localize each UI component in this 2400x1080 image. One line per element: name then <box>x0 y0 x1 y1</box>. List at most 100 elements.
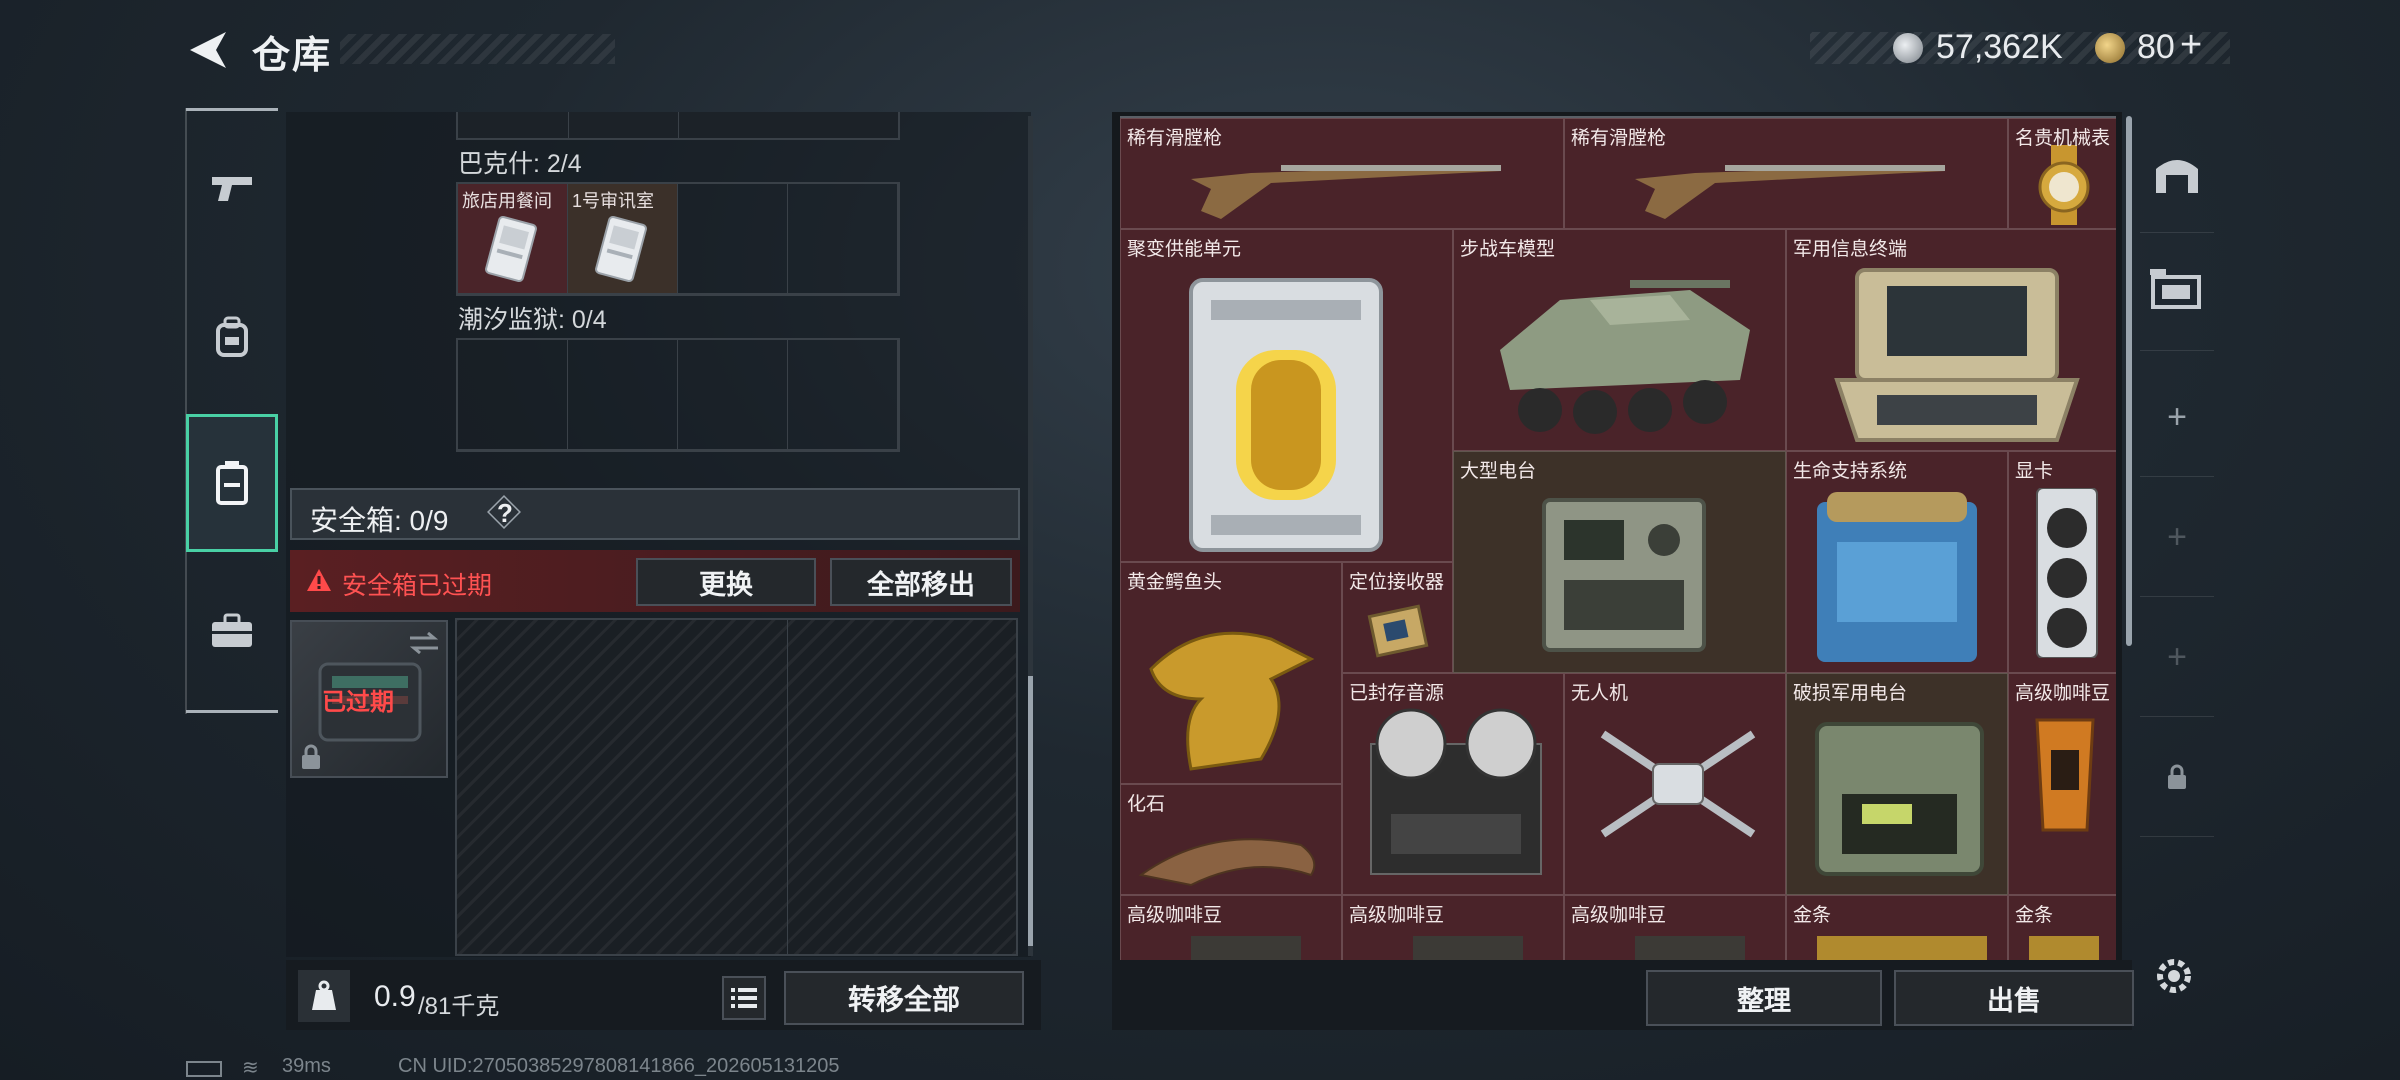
item-name: 金条 <box>1793 905 1832 926</box>
vault-item[interactable]: 化石 <box>1120 784 1342 895</box>
vault-scrollbar[interactable] <box>2126 116 2132 646</box>
vault-item[interactable]: 名贵机械表 <box>2008 118 2116 229</box>
vault-item[interactable]: 高级咖啡豆 <box>1342 895 1564 962</box>
vault-item[interactable]: 军用信息终端 <box>1786 229 2116 451</box>
weight-icon <box>298 970 350 1022</box>
chaoxi-keys-label: 潮汐监狱: 0/4 <box>458 306 607 334</box>
vault-item[interactable]: 黄金鳄鱼头 <box>1120 562 1342 784</box>
key-slot-empty[interactable] <box>788 340 898 450</box>
vault-page-featured[interactable] <box>2140 232 2214 351</box>
key-slot-empty[interactable] <box>678 340 788 450</box>
gold-currency-amount: 80 <box>2137 28 2175 66</box>
list-view-button[interactable] <box>722 976 766 1020</box>
plus-icon: + <box>2167 637 2187 676</box>
move-all-out-button[interactable]: 全部移出 <box>830 558 1012 606</box>
add-vault-page-button[interactable]: + <box>2140 598 2214 717</box>
key-slots-partial <box>456 112 900 140</box>
item-name: 高级咖啡豆 <box>2015 683 2111 704</box>
back-arrow-icon <box>190 32 226 68</box>
keycard-icon <box>595 215 647 283</box>
swap-icon[interactable] <box>408 632 440 654</box>
nav-backpack[interactable] <box>186 268 278 406</box>
musket-icon <box>1635 165 1945 219</box>
vault-item[interactable]: 金条 <box>2008 895 2116 962</box>
help-icon[interactable]: ? <box>497 498 513 529</box>
safe-case-slot[interactable]: 已过期 <box>290 620 448 778</box>
chaoxi-key-grid <box>456 338 900 452</box>
gps-receiver-icon <box>1367 604 1429 658</box>
vault-item[interactable]: 稀有滑膛枪 <box>1564 118 2008 229</box>
collection-icon <box>2150 269 2201 309</box>
item-name: 高级咖啡豆 <box>1571 905 1667 926</box>
reel-to-reel-icon <box>1370 708 1542 875</box>
vault-item[interactable]: 高级咖啡豆 <box>1564 895 1786 962</box>
key-slot-empty[interactable] <box>678 184 788 294</box>
replace-button[interactable]: 更换 <box>636 558 816 606</box>
musket-icon <box>1191 165 1501 219</box>
safebox-grid <box>455 618 1018 956</box>
key-slot-2[interactable]: 1号审讯室 <box>568 184 678 294</box>
left-scrollbar[interactable] <box>1028 116 1033 956</box>
settings-button[interactable] <box>2152 954 2196 1003</box>
silver-currency-amount: 57,362K <box>1936 28 2063 66</box>
key-slot-empty[interactable] <box>788 184 898 294</box>
gun-icon <box>212 177 252 201</box>
nav-safe-case[interactable] <box>186 414 278 552</box>
vault-item[interactable]: 无人机 <box>1564 673 1786 895</box>
key-slot-empty[interactable] <box>458 340 568 450</box>
add-currency-button[interactable]: + <box>2180 24 2202 67</box>
item-name: 高级咖啡豆 <box>1349 905 1445 926</box>
item-name: 已封存音源 <box>1349 683 1445 704</box>
key-name: 旅店用餐间 <box>462 191 552 211</box>
item-name: 生命支持系统 <box>1793 461 1908 482</box>
add-vault-page-button[interactable]: + <box>2140 358 2214 477</box>
gold-croc-head-icon <box>1149 631 1315 771</box>
watch-icon <box>2038 145 2090 225</box>
warehouse-icon <box>2156 160 2198 193</box>
locked-vault-page[interactable] <box>2140 718 2214 837</box>
item-name: 稀有滑膛枪 <box>1571 128 1667 149</box>
silver-coin-icon <box>1893 33 1923 63</box>
vault-item[interactable]: 聚变供能单元 <box>1120 229 1453 562</box>
nav-weapons[interactable] <box>186 120 278 258</box>
vault-item[interactable]: 显卡 <box>2008 451 2116 673</box>
vault-page-storage[interactable] <box>2140 114 2214 233</box>
item-name: 显卡 <box>2015 461 2054 482</box>
vault-item[interactable]: 高级咖啡豆 <box>1120 895 1342 962</box>
vault-item[interactable]: 定位接收器 <box>1342 562 1453 673</box>
vault-item[interactable]: 步战车模型 <box>1453 229 1786 451</box>
add-vault-page-button[interactable]: + <box>2140 478 2214 597</box>
wifi-icon: ≋ <box>242 1057 259 1079</box>
expired-notice-text: 安全箱已过期 <box>342 572 493 600</box>
gpu-icon <box>2036 488 2098 658</box>
item-name: 黄金鳄鱼头 <box>1127 572 1223 593</box>
lock-icon <box>302 744 320 769</box>
uid-text: CN UID:270503852978081418​66_20260513120… <box>398 1055 840 1077</box>
briefcase-icon <box>212 613 252 647</box>
plus-icon: + <box>2167 397 2187 436</box>
transfer-all-button[interactable]: 转移全部 <box>784 971 1024 1025</box>
nav-briefcase[interactable] <box>186 562 278 700</box>
plus-icon: + <box>2167 517 2187 556</box>
sort-button[interactable]: 整理 <box>1646 970 1882 1026</box>
case-status: 已过期 <box>322 689 394 716</box>
back-button[interactable] <box>186 28 236 72</box>
item-name: 化石 <box>1127 794 1166 815</box>
key-slot-1[interactable]: 旅店用餐间 <box>458 184 568 294</box>
sell-button[interactable]: 出售 <box>1894 970 2134 1026</box>
vault-item[interactable]: 高级咖啡豆 <box>2008 673 2116 895</box>
reactor-icon <box>1189 278 1383 552</box>
key-slot-empty[interactable] <box>568 340 678 450</box>
vault-item[interactable]: 已封存音源 <box>1342 673 1564 895</box>
backpack-icon <box>216 316 248 357</box>
item-name: 高级咖啡豆 <box>1127 905 1223 926</box>
vault-item[interactable]: 金条 <box>1786 895 2008 962</box>
item-name: 名贵机械表 <box>2015 128 2111 149</box>
vault-item[interactable]: 破损军用电台 <box>1786 673 2008 895</box>
item-name: 无人机 <box>1571 683 1629 704</box>
vault-item[interactable]: 稀有滑膛枪 <box>1120 118 1564 229</box>
bakeshi-keys-label: 巴克什: 2/4 <box>458 150 582 178</box>
vault-item[interactable]: 生命支持系统 <box>1786 451 2008 673</box>
coffee-bag-icon <box>2035 718 2095 832</box>
vault-item[interactable]: 大型电台 <box>1453 451 1786 673</box>
